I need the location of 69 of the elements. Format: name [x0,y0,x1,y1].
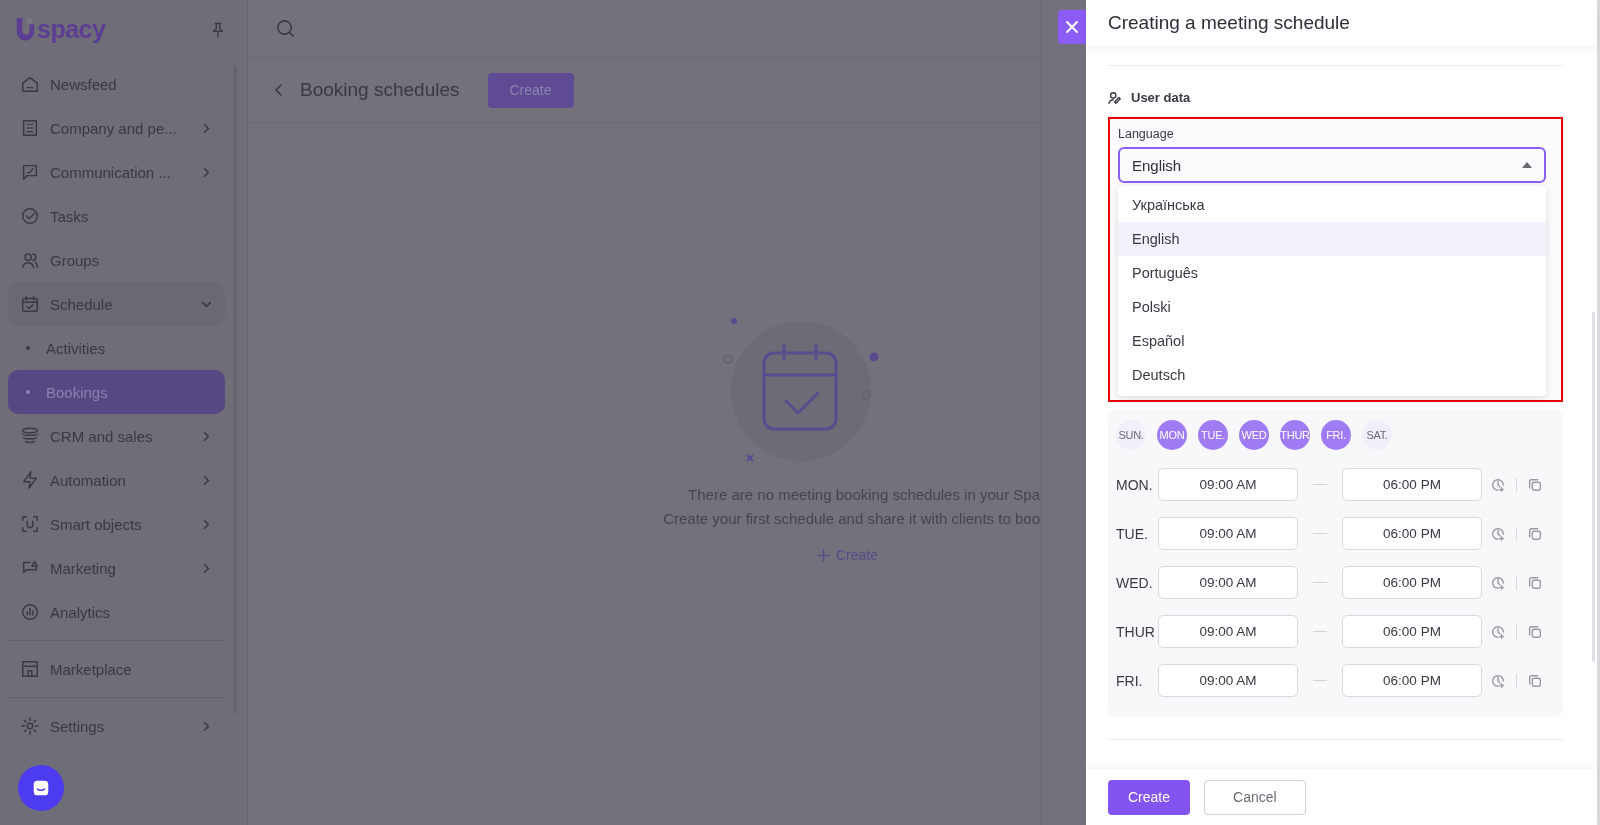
end-time-field[interactable]: 06:00 PM [1342,468,1482,501]
start-time-field[interactable]: 09:00 AM [1158,468,1298,501]
language-select[interactable]: English [1118,147,1546,183]
weekday-toggle[interactable]: WED [1239,420,1269,450]
day-label: FRI. [1116,672,1144,689]
users-icon [20,250,40,270]
user-edit-icon [1108,90,1122,105]
building-icon [20,118,40,138]
weekday-toggle[interactable]: SAT. [1362,420,1392,450]
day-label: THUR [1116,623,1156,640]
weekday-toggle[interactable]: THUR [1280,420,1310,450]
copy-icon[interactable] [1527,476,1543,493]
store-icon [20,659,40,679]
dropdown-option[interactable]: Deutsch [1118,358,1546,392]
weekday-toggle[interactable]: FRI. [1321,420,1351,450]
dropdown-option[interactable]: Português [1118,256,1546,290]
start-time-field[interactable]: 09:00 AM [1158,566,1298,599]
copy-icon[interactable] [1527,525,1543,542]
copy-icon[interactable] [1527,623,1543,640]
section-title: User data [1131,90,1191,105]
create-button[interactable]: Create [1108,779,1191,815]
field-label: Language [1118,127,1175,141]
clock-plus-icon[interactable] [1490,623,1506,640]
calendar-icon [20,294,40,314]
close-icon [1065,20,1079,34]
weekday-toggle[interactable]: SUN. [1116,420,1146,450]
check-circle-icon [20,206,40,226]
clock-plus-icon[interactable] [1490,476,1506,493]
start-time-field[interactable]: 09:00 AM [1158,517,1298,550]
scan-icon [20,514,40,534]
end-time-field[interactable]: 06:00 PM [1342,664,1482,697]
day-label: TUE. [1116,525,1149,542]
day-label: MON. [1116,476,1154,493]
caret-up-icon [1522,162,1532,168]
end-time-field[interactable]: 06:00 PM [1342,566,1482,599]
day-label: WED. [1116,574,1154,591]
copy-icon[interactable] [1527,672,1543,689]
cancel-button[interactable]: Cancel [1204,779,1306,815]
start-time-field[interactable]: 09:00 AM [1158,664,1298,697]
panel-title: Creating a meeting schedule [1108,12,1350,34]
sidebar-subitem[interactable]: Bookings [8,370,225,414]
end-time-field[interactable]: 06:00 PM [1342,615,1482,648]
start-time-field[interactable]: 09:00 AM [1158,615,1298,648]
end-time-field[interactable]: 06:00 PM [1342,517,1482,550]
dropdown-option[interactable]: Español [1118,324,1546,358]
clock-plus-icon[interactable] [1490,525,1506,542]
close-button[interactable] [1058,10,1086,44]
plus-icon [816,548,830,562]
chat-launcher[interactable] [18,765,64,811]
bolt-icon [20,470,40,490]
create-button[interactable]: Create [487,72,574,108]
dropdown-option[interactable]: Українська [1118,188,1546,222]
copy-icon[interactable] [1527,574,1543,591]
page-title: Booking schedules [300,79,460,101]
logo-mark-icon [14,16,36,42]
dropdown-option[interactable]: Polski [1118,290,1546,324]
dropdown-option[interactable]: English [1118,222,1546,256]
search-icon[interactable] [275,18,296,39]
gear-icon [20,716,40,736]
pin-icon[interactable] [211,20,225,38]
home-icon [20,74,40,94]
database-icon [20,426,40,446]
chart-icon [20,602,40,622]
chat-bubble-icon [31,778,51,798]
clock-plus-icon[interactable] [1490,574,1506,591]
weekday-toggle[interactable]: TUE. [1198,420,1228,450]
chat-icon [20,162,40,182]
weekday-toggle[interactable]: MON [1157,420,1187,450]
clock-plus-icon[interactable] [1490,672,1506,689]
